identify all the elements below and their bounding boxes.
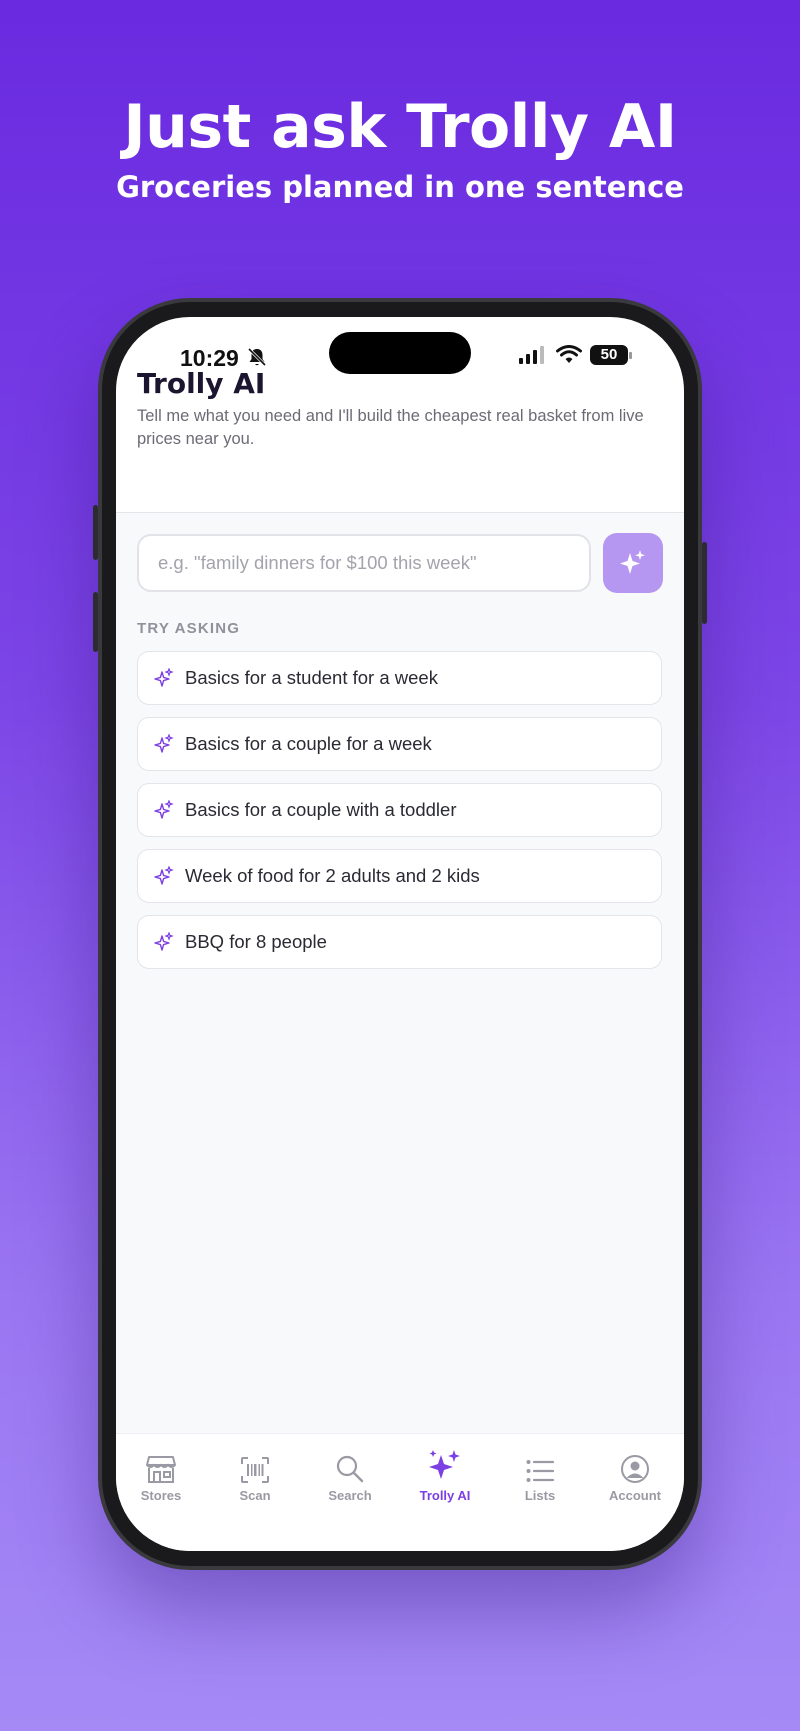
signal-icon	[519, 346, 544, 364]
tab-label: Account	[609, 1488, 661, 1503]
phone-side-button-left-2	[93, 592, 98, 652]
suggestion-item[interactable]: Week of food for 2 adults and 2 kids	[137, 849, 662, 903]
sparkles-icon	[620, 550, 645, 574]
sparkles-icon	[154, 734, 174, 753]
bell-muted-icon	[248, 347, 266, 367]
sparkles-icon	[154, 800, 174, 819]
phone-side-button-left-1	[93, 505, 98, 560]
phone-screen: 10:29 50 Trolly AI Tell me what you need…	[116, 317, 684, 1551]
store-icon	[146, 1456, 176, 1483]
suggestion-item[interactable]: BBQ for 8 people	[137, 915, 662, 969]
tab-label: Lists	[524, 1488, 556, 1503]
suggestion-text: Week of food for 2 adults and 2 kids	[185, 865, 480, 886]
page-title: Trolly AI	[137, 367, 266, 400]
phone-side-button-right	[702, 542, 707, 624]
suggestion-item[interactable]: Basics for a couple with a toddler	[137, 783, 662, 837]
suggestion-text: Basics for a couple with a toddler	[185, 799, 457, 820]
suggestion-item[interactable]: Basics for a student for a week	[137, 651, 662, 705]
suggestion-text: Basics for a student for a week	[185, 667, 438, 688]
tab-scan[interactable]: Scan	[210, 1450, 300, 1503]
tab-label: Stores	[140, 1488, 182, 1503]
promo-headline: Just ask Trolly AI	[123, 92, 677, 162]
suggestion-text: BBQ for 8 people	[185, 931, 327, 952]
tab-account[interactable]: Account	[590, 1450, 680, 1503]
promo-subhead: Groceries planned in one sentence	[116, 170, 684, 204]
sparkles-icon	[429, 1450, 460, 1479]
tab-label: Trolly AI	[419, 1488, 471, 1503]
ai-submit-button[interactable]	[603, 533, 663, 593]
suggestion-text: Basics for a couple for a week	[185, 733, 432, 754]
sparkles-icon	[154, 932, 174, 951]
tab-label: Scan	[239, 1488, 271, 1503]
battery-indicator: 50	[590, 345, 632, 365]
tab-label: Search	[328, 1488, 372, 1503]
ai-prompt-input[interactable]: e.g. "family dinners for $100 this week"	[137, 534, 591, 592]
tab-stores[interactable]: Stores	[116, 1450, 206, 1503]
sparkles-icon	[154, 668, 174, 687]
sparkles-icon	[154, 866, 174, 885]
list-icon	[526, 1460, 555, 1482]
try-asking-label: TRY ASKING	[137, 620, 241, 637]
barcode-icon	[241, 1457, 269, 1483]
status-indicators: 50	[518, 345, 632, 365]
suggestion-item[interactable]: Basics for a couple for a week	[137, 717, 662, 771]
page-description: Tell me what you need and I'll build the…	[137, 407, 644, 448]
dynamic-island	[329, 332, 471, 374]
wifi-icon	[556, 345, 582, 363]
tab-search[interactable]: Search	[305, 1450, 395, 1503]
tab-trolly-ai[interactable]: Trolly AI	[400, 1450, 490, 1503]
tab-lists[interactable]: Lists	[495, 1450, 585, 1503]
search-icon	[336, 1455, 364, 1483]
account-icon	[621, 1455, 649, 1483]
bottom-tab-bar: Stores Scan Search Trolly AI Lists Accou…	[116, 1433, 684, 1551]
